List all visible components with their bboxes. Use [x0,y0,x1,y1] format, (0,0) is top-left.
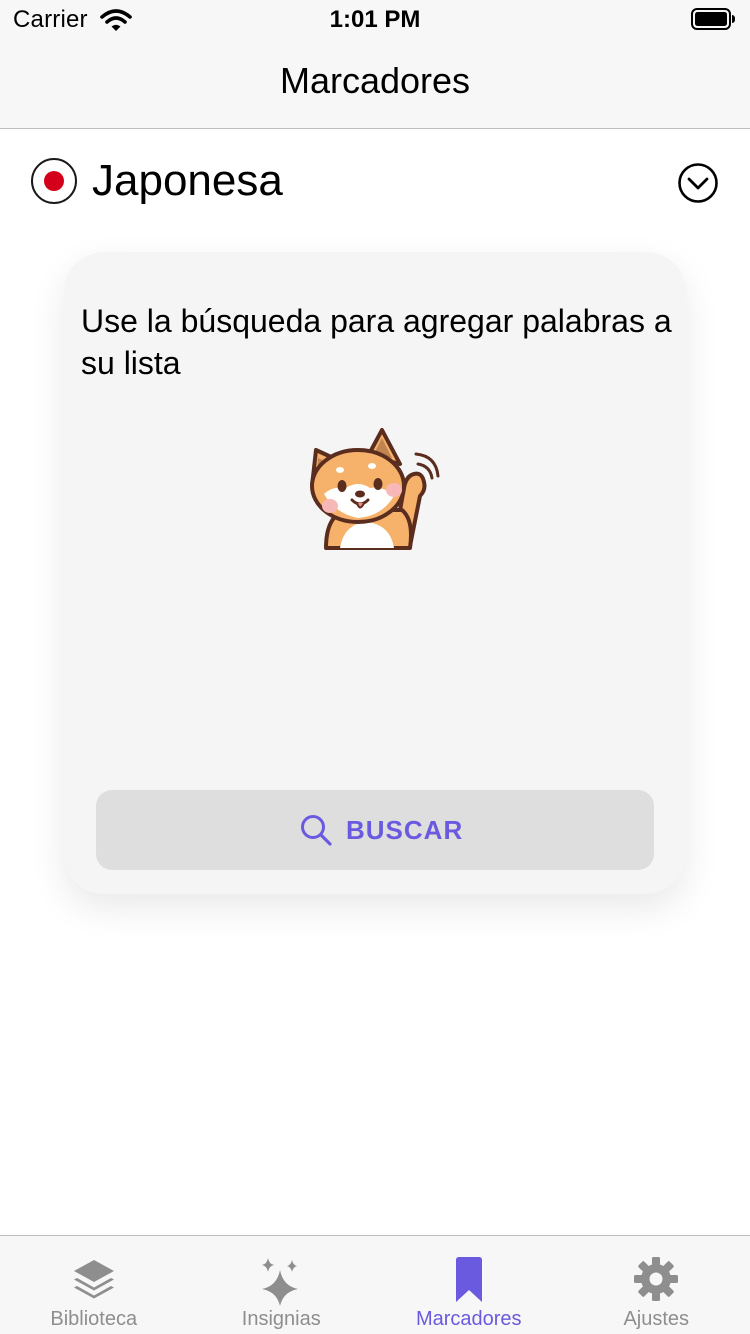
sparkles-icon [262,1258,299,1306]
tab-insignias[interactable]: Insignias [188,1236,376,1334]
tab-marcadores[interactable]: Marcadores [375,1236,563,1334]
language-name: Japonesa [92,156,283,205]
tab-label: Marcadores [415,1308,522,1330]
shiba-mascot-illustration [310,428,440,550]
search-icon [301,815,332,846]
chevron-down-icon[interactable] [677,162,719,204]
empty-bookmarks-card: Use la búsqueda para agregar palabras a … [64,252,686,894]
tab-label: Ajustes [623,1308,690,1330]
navigation-bar: Marcadores [0,40,750,129]
clock: 1:01 PM [329,6,421,33]
battery-icon [691,8,735,30]
japan-flag-icon [31,158,77,204]
bookmark-icon [455,1257,482,1302]
search-button-label: BUSCAR [346,815,464,845]
search-button[interactable]: BUSCAR [96,790,654,870]
tab-bar: Biblioteca Insignias Marcadores Ajustes [0,1235,750,1334]
status-bar: Carrier 1:01 PM [0,0,750,40]
tab-label: Insignias [241,1308,321,1330]
language-selector[interactable]: Japonesa [0,129,750,239]
tab-label: Biblioteca [50,1308,138,1330]
tab-biblioteca[interactable]: Biblioteca [0,1236,188,1334]
empty-state-message: Use la búsqueda para agregar palabras a … [81,303,672,381]
tab-ajustes[interactable]: Ajustes [563,1236,750,1334]
layers-icon [73,1260,114,1299]
gear-icon [634,1257,679,1301]
page-title: Marcadores [279,60,471,101]
